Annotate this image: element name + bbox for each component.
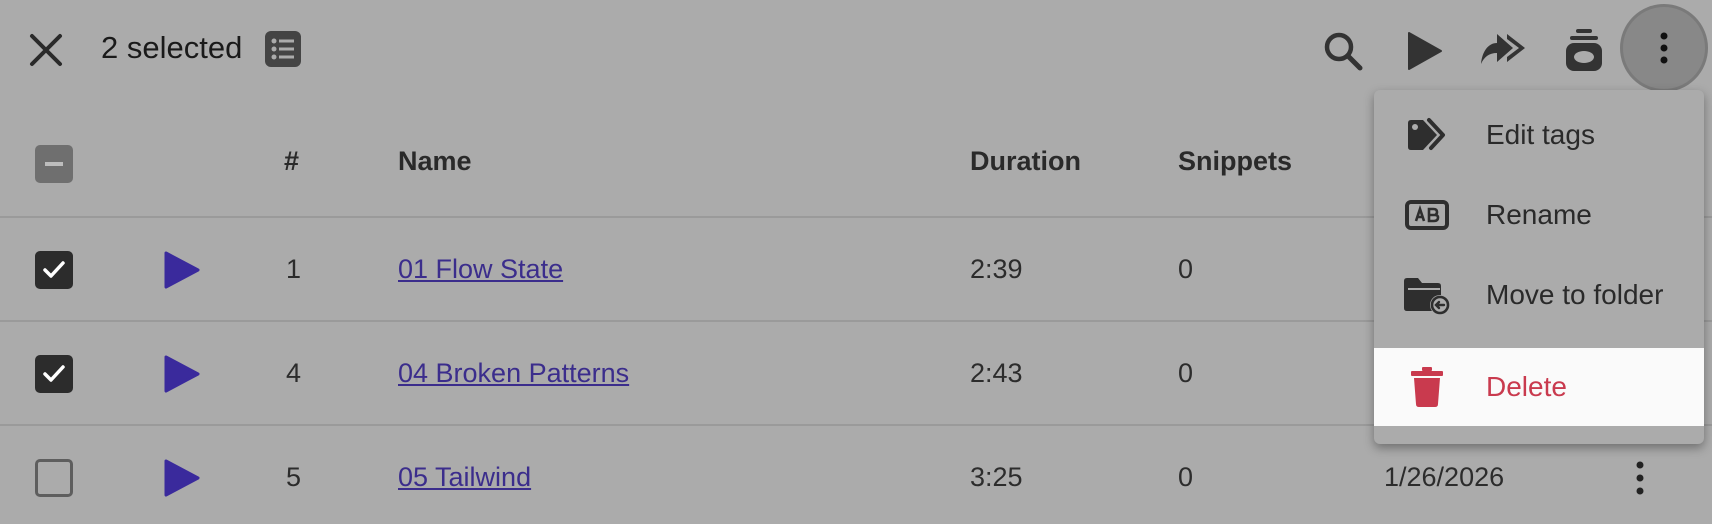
- menu-item-move-to-folder[interactable]: Move to folder: [1374, 256, 1704, 334]
- track-snippets: 0: [1178, 358, 1194, 388]
- row-checkbox[interactable]: [35, 355, 73, 393]
- row-checkbox[interactable]: [35, 459, 73, 497]
- column-header-duration[interactable]: Duration: [970, 146, 1081, 177]
- snippets-button[interactable]: [1558, 22, 1610, 78]
- more-options-button[interactable]: [1620, 4, 1708, 92]
- menu-item-label: Edit tags: [1486, 119, 1595, 150]
- menu-item-label: Delete: [1486, 371, 1567, 402]
- play-track-icon[interactable]: [162, 354, 202, 394]
- share-button[interactable]: [1476, 24, 1532, 76]
- track-snippets: 0: [1178, 462, 1194, 492]
- move-folder-icon: [1402, 272, 1452, 318]
- track-duration: 3:25: [970, 462, 1023, 492]
- track-number: 1: [286, 254, 302, 284]
- tag-icon: [1402, 112, 1452, 158]
- checkmark-icon: [43, 261, 65, 278]
- track-name-link[interactable]: 01 Flow State: [398, 254, 563, 285]
- column-header-number[interactable]: #: [284, 146, 299, 177]
- track-number: 4: [286, 358, 302, 388]
- minus-icon: [45, 162, 63, 166]
- play-track-icon[interactable]: [162, 250, 202, 290]
- play-icon: [1408, 32, 1442, 70]
- search-button[interactable]: [1318, 26, 1368, 76]
- menu-item-rename[interactable]: Rename: [1374, 176, 1704, 254]
- menu-item-delete[interactable]: Delete: [1374, 348, 1704, 426]
- share-icon: [1481, 34, 1525, 64]
- snippet-icon: [1566, 29, 1602, 71]
- list-icon: [265, 31, 301, 67]
- menu-item-label: Move to folder: [1486, 279, 1664, 310]
- track-duration: 2:39: [970, 254, 1023, 284]
- list-view-button[interactable]: [262, 28, 304, 70]
- menu-item-edit-tags[interactable]: Edit tags: [1374, 96, 1704, 174]
- column-header-snippets[interactable]: Snippets: [1178, 146, 1292, 177]
- close-selection-button[interactable]: [20, 24, 72, 76]
- column-header-name[interactable]: Name: [398, 146, 472, 177]
- selection-toolbar: 2 selected: [0, 0, 1712, 100]
- selected-count: 2 selected: [101, 30, 243, 65]
- menu-item-label: Rename: [1486, 199, 1592, 230]
- row-more-icon[interactable]: [1625, 458, 1655, 498]
- track-number: 5: [286, 462, 302, 492]
- track-date: 1/26/2026: [1384, 462, 1505, 492]
- more-vertical-icon: [1660, 32, 1668, 64]
- track-duration: 2:43: [970, 358, 1023, 388]
- track-name-link[interactable]: 04 Broken Patterns: [398, 358, 629, 389]
- play-track-icon[interactable]: [162, 458, 202, 498]
- track-name-link[interactable]: 05 Tailwind: [398, 462, 531, 493]
- row-checkbox[interactable]: [35, 251, 73, 289]
- close-icon: [30, 34, 62, 66]
- play-selected-button[interactable]: [1400, 26, 1450, 76]
- select-all-checkbox[interactable]: [35, 145, 73, 183]
- track-snippets: 0: [1178, 254, 1194, 284]
- trash-icon: [1402, 364, 1452, 410]
- search-icon: [1324, 32, 1363, 71]
- rename-icon: [1402, 192, 1452, 238]
- checkmark-icon: [43, 365, 65, 382]
- more-options-menu: Edit tags Rename Move to folder Delete: [1374, 90, 1704, 444]
- app: 2 selected # Name Duration Snippets 1 01…: [0, 0, 1712, 524]
